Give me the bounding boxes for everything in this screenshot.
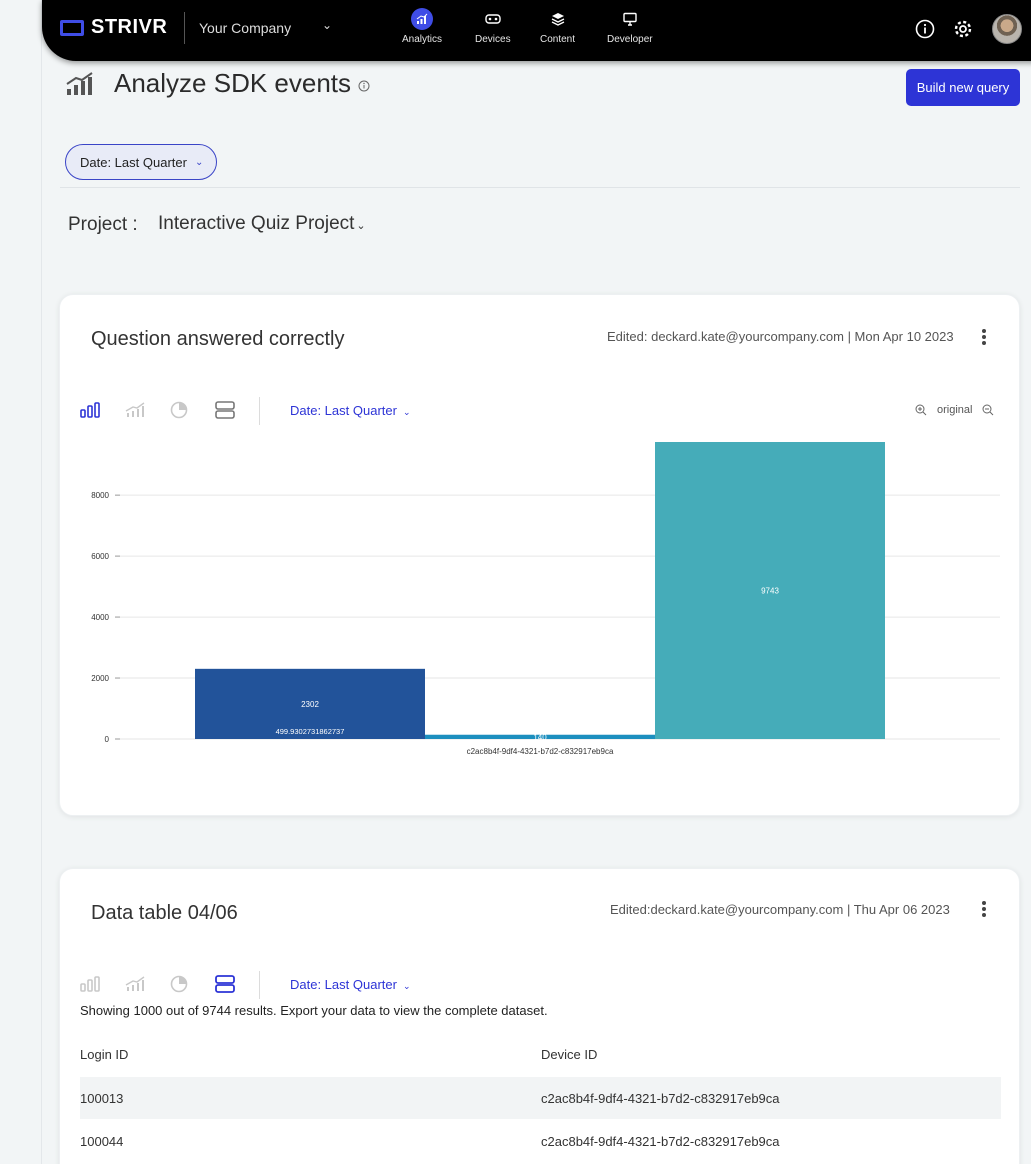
card-title: Data table 04/06 [91, 902, 238, 924]
login-id-cell: 100044 [80, 1134, 124, 1149]
bar-value-label: 140 [533, 733, 547, 742]
nav-analytics-label: Analytics [402, 34, 443, 45]
date-filter-dropdown[interactable]: Date: Last Quarter ⌄ [65, 144, 217, 180]
table-date-filter[interactable]: Date: Last Quarter ⌄ [290, 977, 411, 992]
project-selector-label: Interactive Quiz Project [158, 213, 355, 234]
bar-chart-icon[interactable] [80, 971, 125, 997]
x-tick-label: c2ac8b4f-9df4-4321-b7d2-c832917eb9ca [467, 747, 614, 756]
gear-icon[interactable] [952, 18, 974, 40]
project-selector[interactable]: Interactive Quiz Project ⌄ [158, 213, 366, 235]
visualization-toggle [80, 971, 260, 997]
results-note: Showing 1000 out of 9744 results. Export… [80, 1003, 548, 1018]
divider [60, 187, 1020, 188]
nav-content[interactable]: Content [540, 8, 575, 52]
user-avatar[interactable] [992, 14, 1022, 44]
bar-sub-label: 499.9302731862737 [276, 727, 345, 736]
y-tick-label: 4000 [91, 613, 109, 622]
y-tick-label: 2000 [91, 674, 109, 683]
chevron-down-icon: ⌄ [402, 981, 411, 991]
page-title: Analyze SDK events [114, 68, 352, 98]
column-header-device-id[interactable]: Device ID [541, 1047, 597, 1062]
edited-info: Edited:deckard.kate@yourcompany.com | Th… [610, 902, 950, 917]
table-date-filter-label: Date: Last Quarter [290, 977, 397, 992]
chevron-down-icon: ⌄ [194, 156, 204, 168]
project-label: Project : [68, 214, 138, 235]
login-id-cell: 100013 [80, 1091, 124, 1106]
table-row[interactable]: 100044 c2ac8b4f-9df4-4321-b7d2-c832917eb… [80, 1120, 1001, 1162]
column-header-login-id[interactable]: Login ID [80, 1047, 128, 1062]
more-options-icon[interactable] [976, 898, 992, 920]
nav-analytics[interactable]: Analytics [402, 8, 442, 52]
strivr-logo[interactable]: STRIVR [60, 16, 167, 39]
chart-card: Question answered correctly Edited: deck… [59, 294, 1020, 816]
info-icon[interactable] [358, 79, 370, 97]
nav-developer[interactable]: Developer [607, 8, 653, 52]
y-tick-label: 8000 [91, 491, 109, 500]
chevron-down-icon[interactable]: ⌄ [322, 18, 332, 32]
divider [184, 12, 185, 44]
top-navigation-bar: STRIVR Your Company ⌄ Analytics Devices … [42, 0, 1031, 61]
info-icon[interactable] [914, 18, 936, 40]
nav-content-label: Content [540, 34, 576, 45]
nav-developer-label: Developer [607, 34, 653, 45]
table-card: Data table 04/06 Edited:deckard.kate@you… [59, 868, 1020, 1164]
bar-chart: 0 2000 4000 6000 8000 2302 499.9302731862737 14… [91, 442, 1000, 756]
line-chart-icon[interactable] [125, 971, 170, 997]
bar-value-label: 9743 [761, 587, 779, 596]
device-id-cell: c2ac8b4f-9df4-4321-b7d2-c832917eb9ca [541, 1091, 780, 1106]
y-tick-label: 0 [105, 735, 110, 744]
headset-icon [482, 8, 504, 30]
nav-devices-label: Devices [475, 34, 511, 45]
divider [259, 971, 260, 999]
analytics-chart-icon [66, 72, 94, 101]
device-id-cell: c2ac8b4f-9df4-4321-b7d2-c832917eb9ca [541, 1134, 780, 1149]
table-view-icon[interactable] [215, 971, 260, 997]
build-new-query-button[interactable]: Build new query [906, 69, 1020, 106]
analytics-icon [411, 8, 433, 30]
logo-mark-icon [60, 19, 84, 36]
nav-devices[interactable]: Devices [475, 8, 511, 52]
monitor-icon [619, 8, 641, 30]
left-rail [0, 0, 42, 1164]
layers-icon [547, 8, 569, 30]
chevron-down-icon: ⌄ [356, 220, 366, 232]
y-tick-label: 6000 [91, 552, 109, 561]
table-row[interactable]: 100013 c2ac8b4f-9df4-4321-b7d2-c832917eb… [80, 1077, 1001, 1119]
company-selector[interactable]: Your Company [199, 20, 291, 36]
date-filter-label: Date: Last Quarter [80, 154, 187, 170]
bar-value-label: 2302 [301, 700, 319, 709]
logo-text: STRIVR [91, 16, 168, 38]
pie-chart-icon[interactable] [170, 971, 215, 997]
